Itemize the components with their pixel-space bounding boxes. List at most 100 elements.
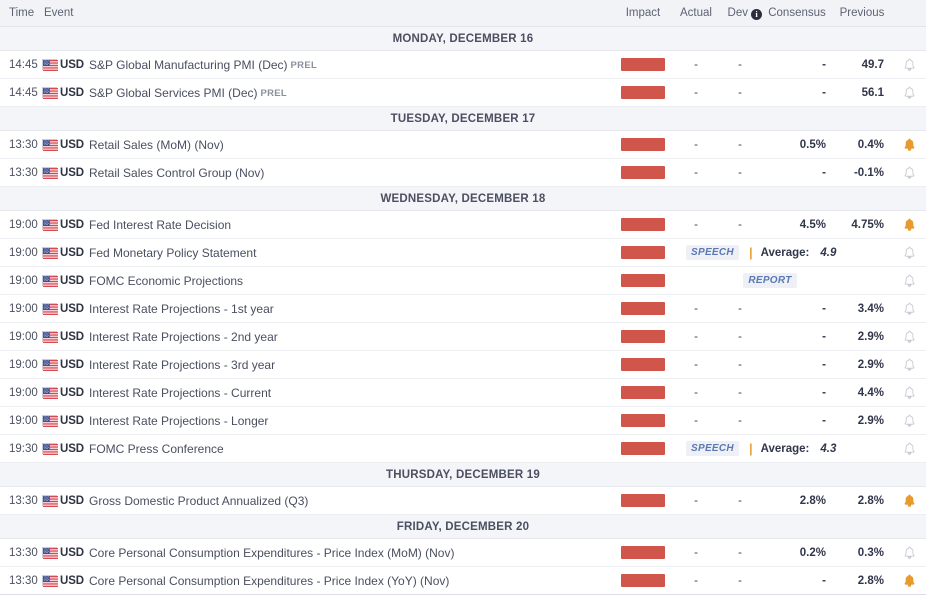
table-row[interactable]: 19:00 — [0, 211, 926, 239]
currency-code: USD — [60, 167, 84, 179]
impact-bar-high — [621, 58, 665, 71]
table-row[interactable]: 14:45 — [0, 51, 926, 79]
alert-bell-icon[interactable] — [892, 546, 926, 560]
impact-indicator — [612, 386, 674, 399]
event-time: 13:30 — [0, 575, 42, 587]
alert-bell-icon[interactable] — [892, 166, 926, 180]
event-name[interactable]: Interest Rate Projections - 1st year — [88, 302, 612, 316]
table-row[interactable]: 13:30 — [0, 567, 926, 595]
day-separator-row: WEDNESDAY, DECEMBER 18 — [0, 187, 926, 211]
deviation-value: - — [718, 219, 762, 231]
consensus-value: - — [762, 359, 832, 371]
table-row[interactable]: 19:00 — [0, 239, 926, 267]
us-flag-icon — [42, 303, 57, 314]
impact-indicator — [612, 330, 674, 343]
event-name[interactable]: FOMC Press Conference — [88, 442, 612, 456]
actual-value: - — [674, 167, 718, 179]
event-time: 13:30 — [0, 547, 42, 559]
impact-indicator — [612, 86, 674, 99]
column-header-actual[interactable]: Actual — [674, 7, 718, 19]
event-name[interactable]: S&P Global Manufacturing PMI (Dec)PREL — [88, 58, 612, 72]
currency-code: USD — [60, 387, 84, 399]
event-name[interactable]: Fed Interest Rate Decision — [88, 218, 612, 232]
table-row[interactable]: 13:30 — [0, 487, 926, 515]
alert-bell-active-icon[interactable] — [892, 138, 926, 152]
alert-bell-icon[interactable] — [892, 358, 926, 372]
alert-bell-icon[interactable] — [892, 274, 926, 288]
previous-value: -0.1% — [832, 167, 892, 179]
event-name[interactable]: Core Personal Consumption Expenditures -… — [88, 574, 612, 588]
event-time: 19:00 — [0, 387, 42, 399]
event-name[interactable]: Fed Monetary Policy Statement — [88, 246, 612, 260]
event-time: 14:45 — [0, 87, 42, 99]
table-row[interactable]: 19:00 — [0, 379, 926, 407]
table-row[interactable]: 14:45 — [0, 79, 926, 107]
column-header-dev[interactable]: Devi — [718, 7, 762, 20]
table-row[interactable]: 19:30 — [0, 435, 926, 463]
event-currency: USD — [42, 415, 88, 427]
event-name[interactable]: Interest Rate Projections - 2nd year — [88, 330, 612, 344]
event-time: 13:30 — [0, 495, 42, 507]
alert-bell-icon[interactable] — [892, 414, 926, 428]
column-header-event[interactable]: Event — [42, 7, 612, 19]
event-name[interactable]: Gross Domestic Product Annualized (Q3) — [88, 494, 612, 508]
table-row[interactable]: 19:00 — [0, 323, 926, 351]
actual-value: - — [674, 59, 718, 71]
previous-value: 2.9% — [832, 331, 892, 343]
previous-value: 0.3% — [832, 547, 892, 559]
table-row[interactable]: 13:30 — [0, 159, 926, 187]
table-row[interactable]: 19:00 — [0, 351, 926, 379]
event-report-cell: REPORT — [674, 273, 892, 288]
column-header-consensus[interactable]: Consensus — [762, 7, 832, 19]
table-row[interactable]: 13:30 — [0, 131, 926, 159]
previous-value: 3.4% — [832, 303, 892, 315]
alert-bell-icon[interactable] — [892, 246, 926, 260]
alert-bell-icon[interactable] — [892, 442, 926, 456]
us-flag-icon — [42, 87, 57, 98]
currency-code: USD — [60, 219, 84, 231]
alert-bell-icon[interactable] — [892, 302, 926, 316]
table-row[interactable]: 19:00 — [0, 295, 926, 323]
event-name[interactable]: Interest Rate Projections - 3rd year — [88, 358, 612, 372]
event-time: 19:00 — [0, 359, 42, 371]
previous-value: 56.1 — [832, 87, 892, 99]
report-badge: REPORT — [743, 273, 796, 288]
preliminary-tag: PREL — [261, 88, 288, 99]
impact-bar-high — [621, 386, 665, 399]
consensus-value: - — [762, 387, 832, 399]
event-name[interactable]: S&P Global Services PMI (Dec)PREL — [88, 86, 612, 100]
currency-code: USD — [60, 303, 84, 315]
alert-bell-icon[interactable] — [892, 86, 926, 100]
deviation-value: - — [718, 87, 762, 99]
event-name[interactable]: Retail Sales (MoM) (Nov) — [88, 138, 612, 152]
event-currency: USD — [42, 139, 88, 151]
deviation-value: - — [718, 495, 762, 507]
alert-bell-active-icon[interactable] — [892, 218, 926, 232]
impact-indicator — [612, 166, 674, 179]
column-header-previous[interactable]: Previous — [832, 7, 892, 19]
alert-bell-icon[interactable] — [892, 386, 926, 400]
event-name[interactable]: Interest Rate Projections - Current — [88, 386, 612, 400]
event-name[interactable]: Retail Sales Control Group (Nov) — [88, 166, 612, 180]
table-row[interactable]: 19:00 — [0, 407, 926, 435]
event-name[interactable]: FOMC Economic Projections — [88, 274, 612, 288]
previous-value: 4.4% — [832, 387, 892, 399]
info-icon[interactable]: i — [751, 9, 762, 20]
event-name[interactable]: Interest Rate Projections - Longer — [88, 414, 612, 428]
event-name[interactable]: Core Personal Consumption Expenditures -… — [88, 546, 612, 560]
column-header-dev-label: Dev — [728, 7, 748, 19]
column-header-impact[interactable]: Impact — [612, 7, 674, 19]
us-flag-icon — [42, 275, 57, 286]
event-currency: USD — [42, 359, 88, 371]
alert-bell-icon[interactable] — [892, 330, 926, 344]
event-currency: USD — [42, 303, 88, 315]
event-currency: USD — [42, 167, 88, 179]
column-header-time[interactable]: Time — [0, 7, 42, 19]
event-currency: USD — [42, 387, 88, 399]
alert-bell-icon[interactable] — [892, 58, 926, 72]
table-row[interactable]: 19:00 — [0, 267, 926, 295]
alert-bell-active-icon[interactable] — [892, 574, 926, 588]
table-row[interactable]: 13:30 — [0, 539, 926, 567]
day-label: MONDAY, DECEMBER 16 — [393, 33, 534, 45]
alert-bell-active-icon[interactable] — [892, 494, 926, 508]
